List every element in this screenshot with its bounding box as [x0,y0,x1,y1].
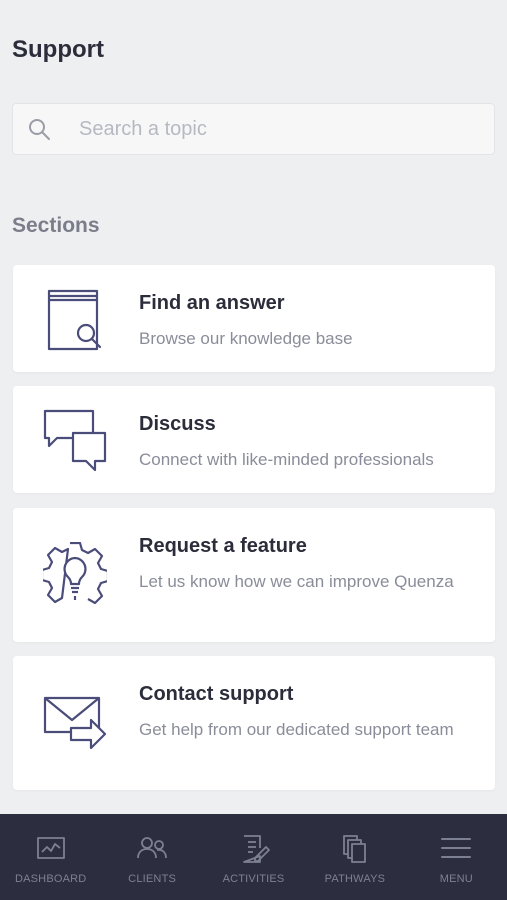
nav-item-pathways[interactable]: PATHWAYS [304,814,405,900]
stacked-pages-icon [339,834,371,864]
card-title: Find an answer [139,292,285,314]
nav-item-clients[interactable]: CLIENTS [101,814,202,900]
nav-label: CLIENTS [128,873,177,885]
envelope-arrow-icon [43,690,107,754]
card-discuss[interactable]: Discuss Connect with like-minded profess… [13,386,495,493]
document-pencil-icon [238,834,270,864]
nav-label: PATHWAYS [324,873,386,885]
card-description: Browse our knowledge base [139,329,353,348]
card-title: Contact support [139,683,294,705]
card-description: Let us know how we can improve Quenza [139,572,454,591]
nav-label: ACTIVITIES [222,873,285,885]
card-contact-support[interactable]: Contact support Get help from our dedica… [13,656,495,790]
nav-item-menu[interactable]: MENU [406,814,507,900]
search-box[interactable] [12,103,495,155]
people-icon [136,834,168,864]
bottom-nav: DASHBOARD CLIENTS ACTIVITIES PATHWAYS ME… [0,814,507,900]
card-description: Connect with like-minded professionals [139,450,434,469]
search-input[interactable] [79,117,459,141]
card-request-a-feature[interactable]: Request a feature Let us know how we can… [13,508,495,642]
search-icon [27,117,51,141]
nav-item-activities[interactable]: ACTIVITIES [203,814,304,900]
chat-bubbles-icon [43,408,107,472]
chart-monitor-icon [35,834,67,864]
nav-label: MENU [439,873,473,885]
nav-label: DASHBOARD [14,873,87,885]
page-title: Support [12,36,104,63]
card-title: Request a feature [139,535,307,557]
hamburger-menu-icon [440,834,472,864]
sections-heading: Sections [12,214,100,237]
book-search-icon [43,287,107,351]
card-title: Discuss [139,413,216,435]
card-find-an-answer[interactable]: Find an answer Browse our knowledge base [13,265,495,372]
card-description: Get help from our dedicated support team [139,720,454,739]
lightbulb-gear-icon [40,541,110,606]
nav-item-dashboard[interactable]: DASHBOARD [0,814,101,900]
